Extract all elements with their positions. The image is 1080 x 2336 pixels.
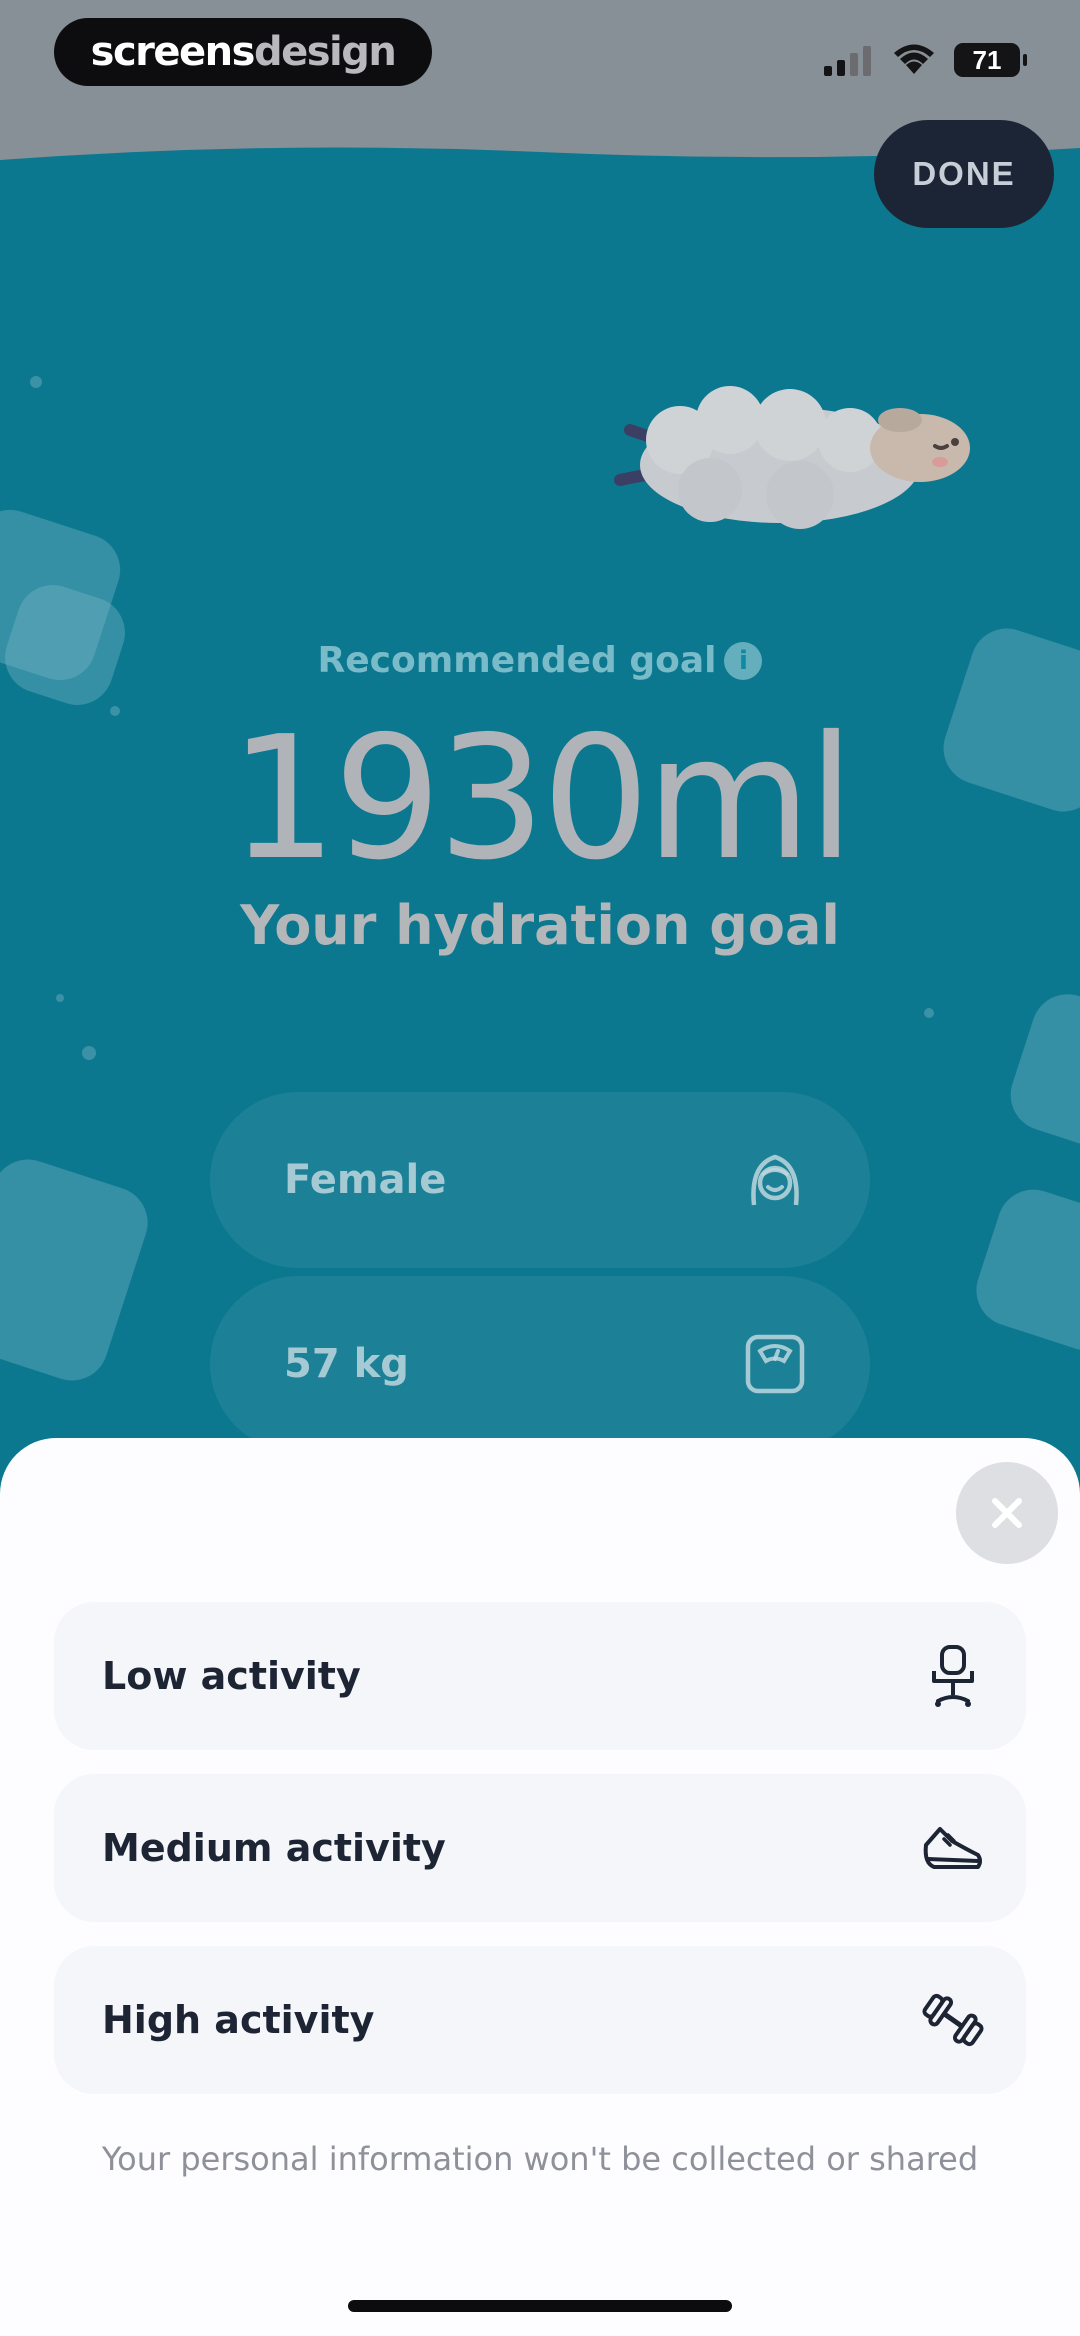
sheep-illustration [614,386,970,529]
option-high-activity-label: High activity [102,1998,375,2042]
option-medium-activity-label: Medium activity [102,1826,446,1870]
privacy-note: Your personal information won't be colle… [101,2140,979,2178]
gender-value: Female [284,1157,447,1203]
weight-value: 57 kg [284,1341,409,1387]
weight-field[interactable]: 57 kg [210,1276,870,1452]
brand-text-part1: screens [90,29,256,75]
info-icon[interactable]: i [724,642,763,680]
option-low-activity[interactable]: Low activity [54,1602,1026,1750]
woman-face-icon [751,1154,799,1206]
sneaker-icon [923,1827,982,1869]
bubble-decoration [30,376,42,388]
ice-cube-decoration [0,1150,157,1390]
recommended-goal-label: Recommended goal i [0,640,1080,681]
brand-text-part2: design [253,29,397,75]
status-icons: 71 [824,40,1027,80]
office-chair-icon [932,1645,974,1707]
hydration-goal-caption: Your hydration goal [240,894,840,957]
battery-indicator: 71 [954,43,1027,77]
wifi-icon [894,44,934,74]
recommended-goal-text: Recommended goal [317,640,717,681]
option-low-activity-label: Low activity [102,1654,361,1698]
ice-cube-decoration [1001,984,1080,1156]
cellular-signal-icon [824,46,871,76]
brand-watermark: screens design [54,18,432,86]
home-indicator[interactable] [348,2300,732,2312]
done-button[interactable]: DONE [874,120,1054,228]
dumbbell-icon [922,1993,984,2047]
close-sheet-button[interactable] [956,1462,1058,1564]
bubble-decoration [82,1046,96,1060]
bubble-decoration [924,1008,934,1018]
ice-cube-decoration [967,1180,1080,1360]
scale-icon [745,1334,805,1394]
option-medium-activity[interactable]: Medium activity [54,1774,1026,1922]
option-high-activity[interactable]: High activity [54,1946,1026,2094]
hydration-goal-value: 1930ml [229,700,854,898]
bubble-decoration [56,994,64,1002]
gender-field[interactable]: Female [210,1092,870,1268]
close-icon [992,1498,1022,1528]
